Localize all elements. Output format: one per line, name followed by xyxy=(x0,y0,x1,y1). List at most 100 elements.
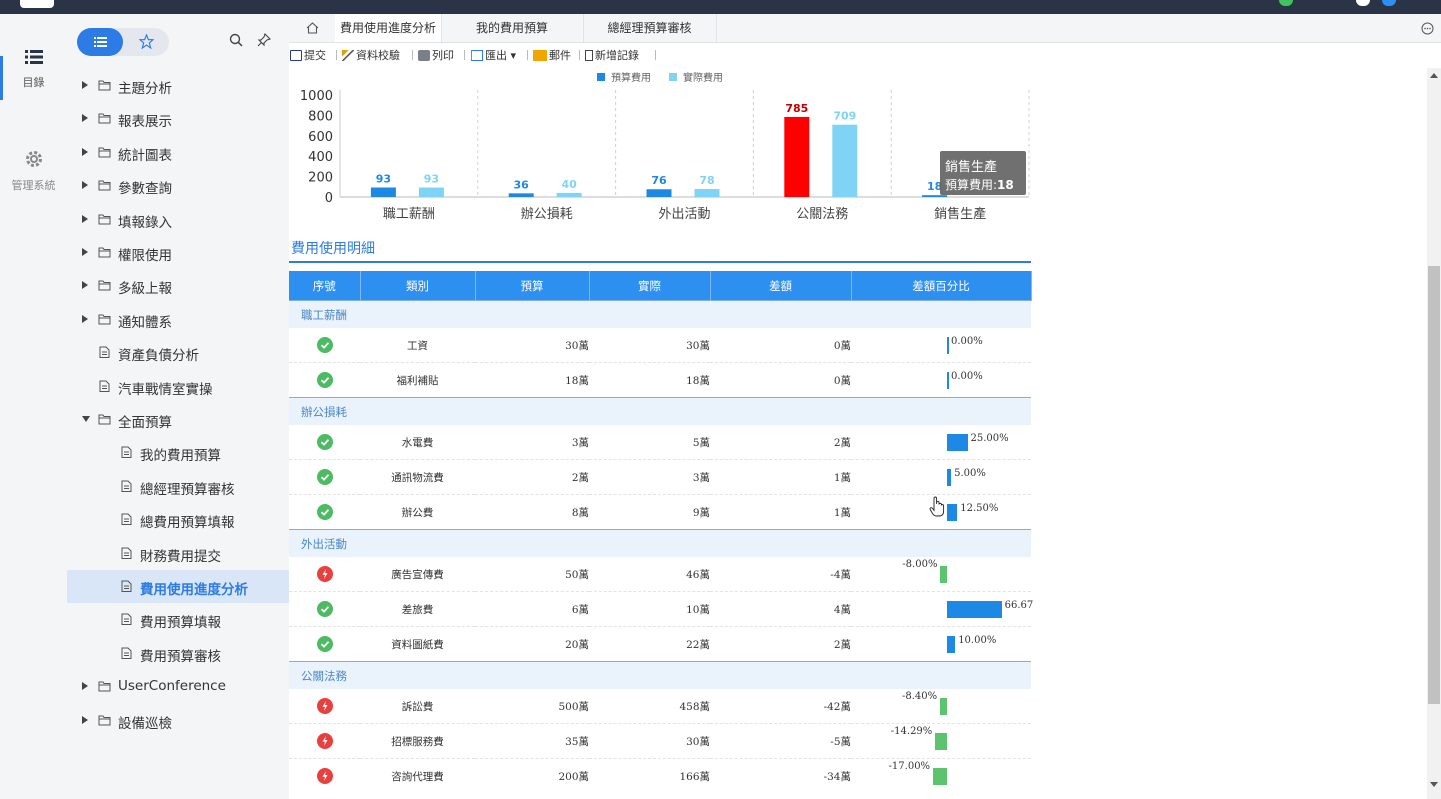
document-icon xyxy=(99,380,110,392)
budget-cell: 6萬 xyxy=(475,591,589,627)
diff-percent-cell: -8.00% xyxy=(851,557,1031,592)
category-cell: 廣告宣傳費 xyxy=(360,557,475,592)
header-actual[interactable]: 實際 xyxy=(589,271,711,301)
table-row[interactable]: 辦公費 8萬 9萬 1萬 12.50% xyxy=(289,494,1031,530)
tooltip-title: 銷售生產 xyxy=(945,160,998,175)
tree-item-label: 費用使用進度分析 xyxy=(140,582,248,598)
table-row[interactable]: 水電費 3萬 5萬 2萬 25.00% xyxy=(289,425,1031,460)
diff-cell: -5萬 xyxy=(710,723,851,759)
caret-right-icon[interactable] xyxy=(82,715,88,724)
add-record-button[interactable]: 新增記錄 xyxy=(585,47,639,63)
mail-button[interactable]: 郵件 xyxy=(533,47,571,63)
verify-button[interactable]: 資料校驗 xyxy=(342,47,400,63)
check-circle-icon xyxy=(316,337,333,353)
check-circle-icon xyxy=(316,504,333,520)
tree-folder-19[interactable]: 設備巡檢 xyxy=(67,704,289,737)
tree-folder-3[interactable]: 參數查詢 xyxy=(67,169,289,202)
diff-percent-cell: -14.29% xyxy=(851,723,1031,759)
tree-folder-4[interactable]: 填報錄入 xyxy=(67,203,289,236)
caret-right-icon[interactable] xyxy=(82,81,88,89)
category-cell: 差旅費 xyxy=(360,591,475,627)
tree-item-label: UserConference xyxy=(118,678,226,695)
caret-down-icon[interactable] xyxy=(82,416,90,422)
diff-percent-cell: 5.00% xyxy=(851,459,1031,495)
table-row[interactable]: 通訊物流費 2萬 3萬 1萬 5.00% xyxy=(289,459,1031,495)
actual-value-label: 78 xyxy=(699,174,714,187)
tree-report-16[interactable]: 費用預算填報 xyxy=(67,603,289,636)
tree-report-12[interactable]: 總經理預算審核 xyxy=(67,470,289,503)
tree-item-label: 主題分析 xyxy=(118,81,172,97)
content-scrollbar[interactable] xyxy=(1427,68,1441,799)
notification-dot[interactable] xyxy=(1279,0,1293,6)
percent-bar xyxy=(933,768,947,785)
caret-right-icon[interactable] xyxy=(82,147,88,156)
actual-bar xyxy=(832,124,858,197)
export-button[interactable]: 匯出 ▾ xyxy=(471,47,516,63)
rail-admin[interactable]: 管理系統 xyxy=(0,150,67,193)
tree-report-17[interactable]: 費用預算審核 xyxy=(67,637,289,670)
pin-icon[interactable] xyxy=(257,33,271,47)
tab-gm-review[interactable]: 總經理預算審核 xyxy=(583,14,717,42)
table-row[interactable]: 招標服務費 35萬 30萬 -5萬 -14.29% xyxy=(289,723,1031,759)
tree-report-15[interactable]: 費用使用進度分析 xyxy=(67,570,289,603)
header-diff-percent[interactable]: 差額百分比 xyxy=(851,271,1032,301)
tab-my-budget[interactable]: 我的費用預算 xyxy=(441,14,584,42)
caret-right-icon[interactable] xyxy=(82,181,88,190)
header-index[interactable]: 序號 xyxy=(289,271,361,301)
home-tab[interactable] xyxy=(289,14,336,42)
table-row[interactable]: 咨詢代理費 200萬 166萬 -34萬 -17.00% xyxy=(289,758,1031,793)
tree-report-11[interactable]: 我的費用預算 xyxy=(67,436,289,469)
table-row[interactable]: 福利補貼 18萬 18萬 0萬 0.00% xyxy=(289,362,1031,398)
tree-folder-7[interactable]: 通知體系 xyxy=(67,303,289,336)
tree-folder-0[interactable]: 主題分析 xyxy=(67,69,289,102)
diff-percent-cell: 66.67 xyxy=(851,591,1033,627)
rail-catalog[interactable]: 目錄 xyxy=(0,49,67,90)
tab-expense-progress[interactable]: 費用使用進度分析 xyxy=(335,14,442,42)
document-icon xyxy=(121,547,132,559)
table-row[interactable]: 訴訟費 500萬 458萬 -42萬 -8.40% xyxy=(289,689,1031,724)
diff-cell: 2萬 xyxy=(710,425,851,460)
table-row[interactable]: 資料圖紙費 20萬 22萬 2萬 10.00% xyxy=(289,626,1031,662)
caret-right-icon[interactable] xyxy=(82,214,88,223)
caret-right-icon[interactable] xyxy=(82,281,88,290)
print-button[interactable]: 列印 xyxy=(418,47,454,63)
scroll-up-arrow[interactable] xyxy=(1430,73,1438,78)
caret-right-icon[interactable] xyxy=(82,314,88,323)
more-options-icon[interactable] xyxy=(1421,22,1434,35)
tree-report-14[interactable]: 財務費用提交 xyxy=(67,537,289,570)
check-circle-icon xyxy=(316,636,333,652)
header-budget[interactable]: 預算 xyxy=(475,271,590,301)
caret-right-icon[interactable] xyxy=(82,248,88,256)
tree-item-label: 汽車戰情室實操 xyxy=(118,381,213,398)
save-icon xyxy=(290,50,302,61)
check-circle-icon xyxy=(316,434,333,450)
tree-folder-5[interactable]: 權限使用 xyxy=(67,236,289,269)
caret-right-icon[interactable] xyxy=(82,114,88,123)
search-icon[interactable] xyxy=(229,33,243,47)
table-row[interactable]: 差旅費 6萬 10萬 4萬 66.67 xyxy=(289,591,1033,627)
tree-report-13[interactable]: 總費用預算填報 xyxy=(67,503,289,536)
user-avatar-dot[interactable] xyxy=(1382,0,1396,6)
table-row[interactable]: 廣告宣傳費 50萬 46萬 -4萬 -8.00% xyxy=(289,557,1031,592)
tree-folder-2[interactable]: 統計圖表 xyxy=(67,136,289,169)
percent-label: 25.00% xyxy=(970,433,1009,444)
tree-report-9[interactable]: 汽車戰情室實操 xyxy=(67,370,289,403)
tree-folder-10[interactable]: 全面預算 xyxy=(67,403,289,436)
scroll-down-arrow[interactable] xyxy=(1430,782,1438,787)
budget-cell: 18萬 xyxy=(475,362,589,398)
tree-folder-18[interactable]: UserConference xyxy=(67,670,289,703)
scroll-thumb[interactable] xyxy=(1428,266,1440,704)
caret-right-icon[interactable] xyxy=(82,682,88,691)
percent-bar xyxy=(947,469,952,486)
tree-report-8[interactable]: 資產負債分析 xyxy=(67,336,289,369)
legend-swatch-actual xyxy=(669,73,677,81)
header-category[interactable]: 類別 xyxy=(360,271,476,301)
add-record-label: 新增記錄 xyxy=(595,49,639,62)
tree-folder-1[interactable]: 報表展示 xyxy=(67,102,289,135)
export-label: 匯出 xyxy=(485,49,507,62)
tree-folder-6[interactable]: 多級上報 xyxy=(67,269,289,302)
header-diff[interactable]: 差額 xyxy=(710,271,852,301)
star-icon[interactable] xyxy=(139,34,154,49)
submit-button[interactable]: 提交 xyxy=(290,47,326,63)
table-row[interactable]: 工資 30萬 30萬 0萬 0.00% xyxy=(289,328,1031,363)
